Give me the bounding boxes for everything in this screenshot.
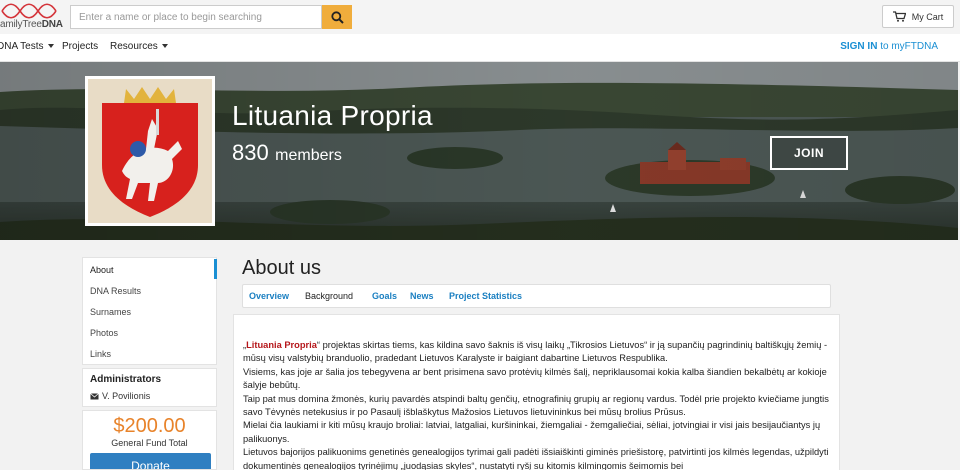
sidebar-item-links[interactable]: Links (90, 349, 111, 359)
background-text: „Lituania Propria“ projektas skirtas tie… (243, 339, 833, 470)
chevron-down-icon (47, 44, 54, 49)
project-crest-image (85, 76, 215, 226)
tab-project-statistics[interactable]: Project Statistics (449, 291, 522, 301)
fund-label: General Fund Total (111, 438, 188, 448)
donate-button[interactable]: Donate (90, 453, 211, 469)
administrators-title: Administrators (90, 374, 162, 385)
cart-button[interactable]: My Cart (882, 5, 954, 28)
active-indicator (214, 259, 217, 279)
chevron-down-icon (161, 44, 168, 49)
admin-name: V. Povilionis (102, 391, 151, 401)
paragraph-4: Mielai čia laukiami ir kiti mūsų kraujo … (243, 420, 821, 444)
tab-background[interactable]: Background (305, 291, 353, 301)
tab-overview[interactable]: Overview (249, 291, 289, 301)
join-button[interactable]: JOIN (770, 136, 848, 170)
about-tabs: Overview Background Goals News Project S… (242, 284, 831, 308)
paragraph-1: „Lituania Propria“ projektas skirtas tie… (243, 340, 828, 364)
tab-goals[interactable]: Goals (372, 291, 397, 301)
cart-label: My Cart (911, 11, 944, 22)
search-button[interactable] (322, 5, 352, 29)
paragraph-2: Visiems, kas joje ar šalia jos tebegyven… (243, 366, 827, 391)
member-count: 830 members (232, 140, 342, 165)
project-banner: Lituania Propria 830 members JOIN (0, 62, 958, 240)
administrators-panel: Administrators V. Povilionis (82, 368, 217, 407)
project-side-menu: About DNA Results Surnames Photos Links (82, 257, 217, 365)
admin-contact[interactable]: V. Povilionis (90, 391, 150, 401)
dna-helix-icon (1, 3, 57, 19)
sidebar-item-photos[interactable]: Photos (90, 328, 118, 338)
sidebar-item-dna-results[interactable]: DNA Results (90, 286, 141, 296)
main-nav: DNA Tests Projects Resources SIGN IN to … (0, 34, 960, 80)
top-bar: amilyTreeDNA My Cart (0, 0, 960, 34)
nav-dna-tests[interactable]: DNA Tests (0, 41, 54, 52)
project-title: Lituania Propria (232, 100, 433, 131)
tab-news[interactable]: News (410, 291, 434, 301)
sidebar-item-surnames[interactable]: Surnames (90, 307, 131, 317)
paragraph-3: Taip pat mus domina žmonės, kurių pavard… (243, 393, 829, 418)
search-input[interactable] (70, 5, 322, 29)
sign-in-link[interactable]: SIGN IN to myFTDNA (840, 41, 938, 52)
sidebar-item-about[interactable]: About (90, 265, 114, 275)
paragraph-5: Lietuvos bajorijos palikuonims genetinės… (243, 447, 829, 470)
vytis-coat-of-arms-icon (102, 87, 198, 217)
project-name-highlight: Lituania Propria (246, 340, 317, 350)
nav-projects[interactable]: Projects (62, 41, 98, 52)
cart-icon (892, 11, 906, 22)
fund-amount: $200.00 (113, 415, 186, 437)
nav-resources[interactable]: Resources (110, 41, 168, 52)
familytreedna-logo[interactable]: amilyTreeDNA (0, 2, 64, 32)
search-icon (330, 10, 344, 24)
logo-text: amilyTreeDNA (0, 19, 63, 30)
envelope-icon (90, 392, 99, 399)
general-fund-panel: $200.00 General Fund Total Donate (82, 410, 217, 470)
background-content: „Lituania Propria“ projektas skirtas tie… (233, 314, 840, 470)
page-title: About us (242, 257, 321, 279)
